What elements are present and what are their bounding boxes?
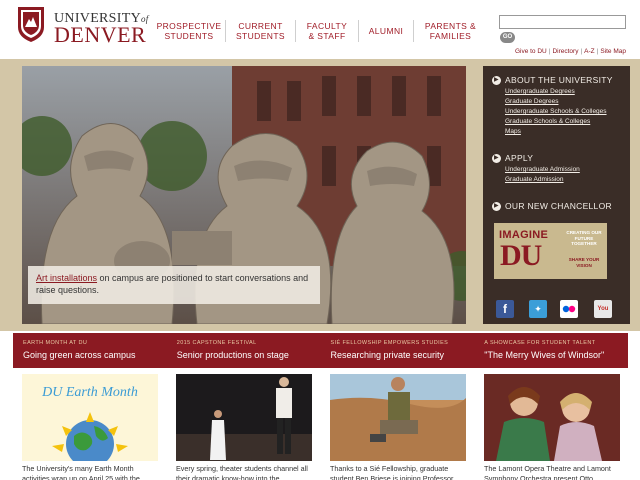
shield-icon xyxy=(18,7,44,42)
hero-image[interactable]: Art installations on campus are position… xyxy=(22,66,466,324)
arrow-right-icon: ▶ xyxy=(492,153,501,163)
story-headline: Senior productions on stage xyxy=(176,350,289,360)
story-kicker: A SHOWCASE FOR STUDENT TALENT xyxy=(484,340,596,346)
nav-faculty-staff[interactable]: FACULTY & STAFF xyxy=(296,20,359,42)
youtube-icon[interactable]: You xyxy=(594,300,612,318)
apply-links: Undergraduate Admission Graduate Admissi… xyxy=(505,165,580,185)
opera-image[interactable] xyxy=(484,374,620,461)
graduate-schools-link[interactable]: Graduate Schools & Colleges xyxy=(505,117,607,127)
utility-links: Give to DU | Directory | A-Z | Site Map xyxy=(514,48,626,55)
story-tab-capstone[interactable]: 2015 CAPSTONE FESTIVAL Senior production… xyxy=(167,333,321,368)
du-word: DU xyxy=(500,239,542,272)
hero-caption: Art installations on campus are position… xyxy=(28,266,320,304)
story-tabs: EARTH MONTH AT DU Going green across cam… xyxy=(13,333,628,368)
feature-band: Art installations on campus are position… xyxy=(0,59,640,331)
about-university-heading[interactable]: ▶ ABOUT THE UNIVERSITY xyxy=(492,75,613,85)
share-vision-text: SHARE YOUR VISION xyxy=(568,257,600,268)
nav-alumni[interactable]: ALUMNI xyxy=(359,20,414,42)
fellowship-image[interactable] xyxy=(330,374,466,461)
flickr-icon[interactable] xyxy=(560,300,578,318)
story-headline: "The Merry Wives of Windsor" xyxy=(484,350,605,360)
site-header: UNIVERSITYof DENVER PROSPECTIVE STUDENTS … xyxy=(0,0,640,58)
give-to-du-link[interactable]: Give to DU xyxy=(515,48,547,55)
university-logo[interactable]: UNIVERSITYof DENVER xyxy=(16,5,148,47)
undergraduate-admission-link[interactable]: Undergraduate Admission xyxy=(505,165,580,175)
nav-parents-families[interactable]: PARENTS & FAMILIES xyxy=(414,20,487,42)
story-summary: The University's many Earth Month activi… xyxy=(22,464,140,480)
story-headline: Researching private security xyxy=(330,350,445,360)
undergraduate-schools-link[interactable]: Undergraduate Schools & Colleges xyxy=(505,107,607,117)
story-tab-opera[interactable]: A SHOWCASE FOR STUDENT TALENT "The Merry… xyxy=(474,333,628,368)
directory-link[interactable]: Directory xyxy=(552,48,578,55)
story-summary: Every spring, theater students channel a… xyxy=(176,464,308,480)
nav-prospective-students[interactable]: PROSPECTIVE STUDENTS xyxy=(153,20,226,42)
graduate-degrees-link[interactable]: Graduate Degrees xyxy=(505,97,607,107)
story-kicker: 2015 CAPSTONE FESTIVAL xyxy=(176,340,257,346)
search-go-button[interactable]: GO xyxy=(500,32,515,43)
main-navigation: PROSPECTIVE STUDENTS CURRENT STUDENTS FACU… xyxy=(153,20,487,42)
apply-heading[interactable]: ▶ APPLY xyxy=(492,153,533,163)
twitter-icon[interactable]: ✦ xyxy=(529,300,547,318)
story-summary: Thanks to a Sié Fellowship, graduate stu… xyxy=(330,464,454,480)
capstone-image[interactable] xyxy=(176,374,312,461)
facebook-icon[interactable]: f xyxy=(496,300,514,318)
nav-current-students[interactable]: CURRENT STUDENTS xyxy=(226,20,296,42)
logo-wordmark-bottom: DENVER xyxy=(54,22,147,47)
story-summary: The Lamont Opera Theatre and Lamont Symp… xyxy=(484,464,611,480)
a-z-link[interactable]: A-Z xyxy=(584,48,594,55)
imagine-du-banner[interactable]: IMAGINE DU CREATING OUR FUTURE TOGETHER … xyxy=(494,223,607,279)
earth-month-image[interactable]: DU Earth Month xyxy=(22,374,158,461)
search-input[interactable] xyxy=(499,15,626,29)
graduate-admission-link[interactable]: Graduate Admission xyxy=(505,175,580,185)
story-kicker: EARTH MONTH AT DU xyxy=(23,340,88,346)
maps-link[interactable]: Maps xyxy=(505,127,607,137)
undergraduate-degrees-link[interactable]: Undergraduate Degrees xyxy=(505,87,607,97)
arrow-right-icon: ▶ xyxy=(492,201,501,211)
arrow-right-icon: ▶ xyxy=(492,75,501,85)
story-kicker: SIÉ FELLOWSHIP EMPOWERS STUDIES xyxy=(330,340,449,346)
about-links: Undergraduate Degrees Graduate Degrees U… xyxy=(505,87,607,137)
art-installations-link[interactable]: Art installations xyxy=(36,273,97,283)
quicklinks-sidebar: ▶ ABOUT THE UNIVERSITY Undergraduate Deg… xyxy=(483,66,630,324)
new-chancellor-heading[interactable]: ▶ OUR NEW CHANCELLOR xyxy=(492,201,612,211)
story-headline: Going green across campus xyxy=(23,350,136,360)
imagine-tagline: CREATING OUR FUTURE TOGETHER xyxy=(566,230,602,246)
story-tab-earth-month[interactable]: EARTH MONTH AT DU Going green across cam… xyxy=(13,333,167,368)
site-map-link[interactable]: Site Map xyxy=(600,48,626,55)
earth-month-image-text: DU Earth Month xyxy=(41,385,138,400)
story-tab-fellowship[interactable]: SIÉ FELLOWSHIP EMPOWERS STUDIES Research… xyxy=(321,333,475,368)
